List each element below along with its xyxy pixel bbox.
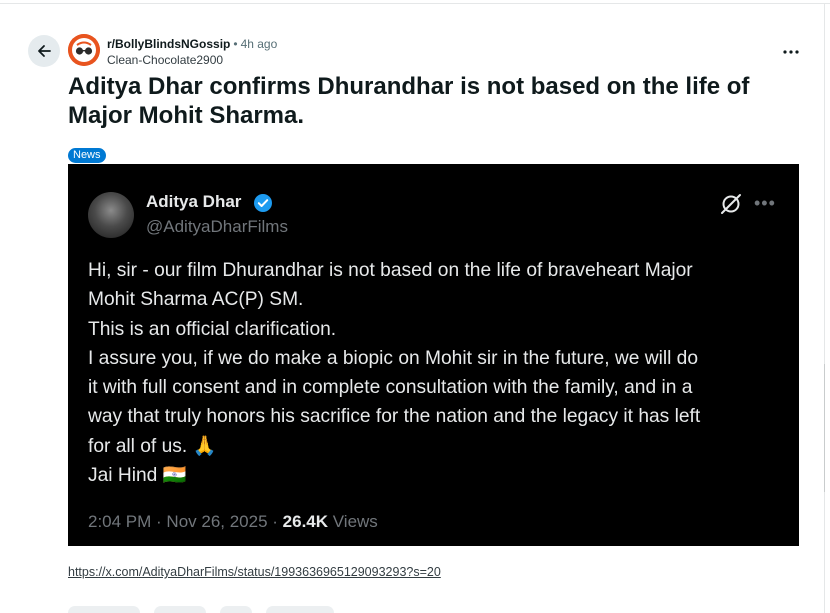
share-button[interactable] [266,606,334,613]
tweet-views-count: 26.4K [282,512,329,531]
tweet-avatar [88,192,134,238]
three-dots-icon [783,50,799,54]
vote-button[interactable] [68,606,140,613]
post-options-button[interactable] [779,40,803,64]
tweet-timestamp: 2:04 PM · Nov 26, 2025 · [88,512,283,531]
tweet-views-label: Views [328,512,378,531]
award-button[interactable] [220,606,252,613]
tweet-handle: @AdityaDharFilms [146,217,288,236]
verified-badge-icon [254,194,272,212]
author-name[interactable]: Clean-Chocolate2900 [107,52,277,68]
tweet-text: Hi, sir - our film Dhurandhar is not bas… [88,256,788,490]
tweet-line: for all of us. 🙏 [88,435,217,457]
tweet-line: Hi, sir - our film Dhurandhar is not bas… [88,260,693,281]
right-divider [824,4,825,613]
tweet-line: Jai Hind 🇮🇳 [88,465,187,487]
post-meta: r/BollyBlindsNGossip • 4h ago Clean-Chocol… [107,36,277,68]
post-action-bar [68,606,334,613]
tweet-more-icon: ••• [754,193,776,213]
tweet-footer: 2:04 PM · Nov 26, 2025 · 26.4K Views [88,512,378,532]
source-link[interactable]: https://x.com/AdityaDharFilms/status/199… [68,565,441,579]
top-divider [0,0,830,4]
tweet-image[interactable]: Aditya Dhar @AdityaDharFilms ••• Hi, sir… [68,164,799,546]
subreddit-name[interactable]: r/BollyBlindsNGossip [107,37,230,51]
post-time: 4h ago [240,37,278,51]
tweet-line: Mohit Sharma AC(P) SM. [88,289,304,311]
post-title: Aditya Dhar confirms Dhurandhar is not b… [68,73,750,129]
tweet-line: way that truly honors his sacrifice for … [88,406,701,428]
tweet-line: I assure you, if we do make a biopic on … [88,347,699,369]
grok-icon [721,194,741,214]
scrollbar[interactable] [824,364,830,492]
tweet-author-name: Aditya Dhar [146,192,242,211]
tweet-line: it with full consent and in complete con… [88,377,693,399]
comment-button[interactable] [154,606,206,613]
subreddit-avatar[interactable] [68,34,100,66]
back-button[interactable] [28,35,60,67]
arrow-left-icon [38,45,51,57]
tweet-line: This is an official clarification. [88,318,337,340]
subreddit-logo-icon [68,34,100,66]
meta-separator: • [233,37,238,51]
post-flair[interactable]: News [68,148,106,163]
